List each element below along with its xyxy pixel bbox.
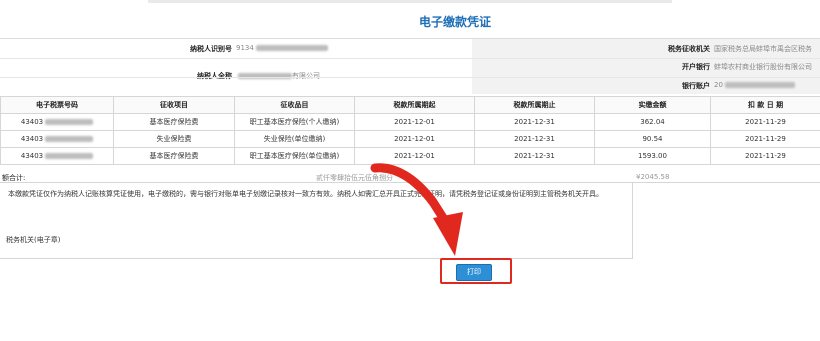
cell-levy-category: 失业保险(单位缴纳): [234, 130, 355, 148]
col-ticket-no: 电子税票号码: [0, 96, 114, 114]
cell-ticket-no: 43403: [0, 147, 114, 165]
tax-authority-value: 国家税务总局蚌埠市禹会区税务: [714, 45, 812, 53]
print-button[interactable]: 打印: [456, 264, 492, 281]
table-header-row: 电子税票号码 征收项目 征收品目 税款所属期起 税款所属期止 实缴金额 扣 款 …: [0, 96, 820, 114]
cell-deduct-date: 2021-11-29: [710, 113, 820, 131]
col-amount: 实缴金额: [594, 96, 711, 114]
stamp-label: 税务机关(电子章): [6, 236, 61, 244]
notes-text: 本缴款凭证仅作为纳税人记账核算凭证使用，电子缴税的，需与银行对账单电子划缴记录核…: [8, 190, 603, 198]
cell-amount: 90.54: [594, 130, 711, 148]
cell-deduct-date: 2021-11-29: [710, 130, 820, 148]
cell-period-start: 2021-12-01: [354, 113, 475, 131]
tax-authority-label: 税务征收机关: [668, 45, 710, 53]
summary-amount: ¥2045.58: [636, 173, 670, 181]
col-period-end: 税款所属期止: [474, 96, 595, 114]
top-bar: [0, 0, 820, 10]
cell-levy-item: 基本医疗保险费: [113, 147, 235, 165]
cell-period-end: 2021-12-31: [474, 130, 595, 148]
bank-value: 蚌埠农村商业银行股份有限公司: [714, 63, 812, 71]
cell-ticket-no: 43403: [0, 130, 114, 148]
cell-period-start: 2021-12-01: [354, 130, 475, 148]
col-deduct-date: 扣 款 日 期: [710, 96, 820, 114]
cell-period-end: 2021-12-31: [474, 113, 595, 131]
taxpayer-id-value: 9134: [236, 44, 328, 52]
cell-amount: 362.04: [594, 113, 711, 131]
col-levy-category: 征收品目: [234, 96, 355, 114]
cell-levy-item: 基本医疗保险费: [113, 113, 235, 131]
bank-label: 开户银行: [682, 63, 710, 71]
table-row: 43403 失业保险费 失业保险(单位缴纳) 2021-12-01 2021-1…: [0, 130, 820, 148]
account-label: 银行账户: [682, 82, 710, 90]
notes-panel: 本缴款凭证仅作为纳税人记账核算凭证使用，电子缴税的，需与银行对账单电子划缴记录核…: [0, 183, 633, 259]
summary-label: 额合计:: [2, 174, 26, 182]
page-title: 电子缴款凭证: [418, 15, 491, 29]
cell-deduct-date: 2021-11-29: [710, 147, 820, 165]
cell-period-end: 2021-12-31: [474, 147, 595, 165]
top-bar-strip: [148, 0, 672, 3]
cell-ticket-no: 43403: [0, 113, 114, 131]
cell-levy-item: 失业保险费: [113, 130, 235, 148]
account-value: 20: [714, 81, 795, 89]
taxpayer-id-label: 纳税人识别号: [190, 45, 232, 53]
cell-levy-category: 职工基本医疗保险(单位缴纳): [234, 147, 355, 165]
cell-levy-category: 职工基本医疗保险(个人缴纳): [234, 113, 355, 131]
cell-amount: 1593.00: [594, 147, 711, 165]
col-period-start: 税款所属期起: [354, 96, 475, 114]
col-levy-item: 征收项目: [113, 96, 235, 114]
payment-table: 电子税票号码 征收项目 征收品目 税款所属期起 税款所属期止 实缴金额 扣 款 …: [0, 96, 820, 165]
red-arrow-icon: [370, 163, 463, 256]
table-row: 43403 基本医疗保险费 职工基本医疗保险(个人缴纳) 2021-12-01 …: [0, 113, 820, 131]
